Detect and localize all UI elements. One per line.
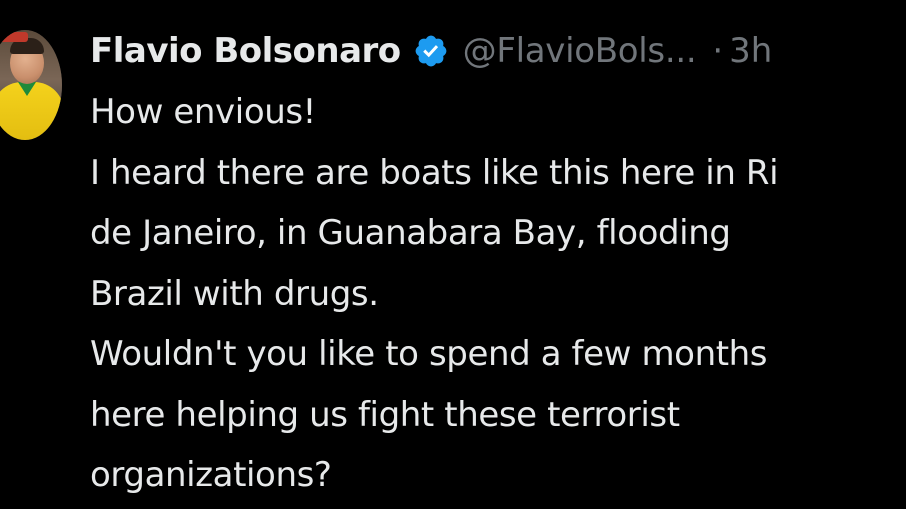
tweet-header: Flavio Bolsonaro @FlavioBols... · 3h	[90, 26, 772, 76]
tweet-text-line: Brazil with drugs.	[90, 273, 379, 314]
avatar-flag	[0, 32, 28, 42]
tweet-text-line: How envious!	[90, 92, 316, 132]
avatar-shirt	[0, 82, 62, 140]
author-handle[interactable]: @FlavioBols...	[463, 31, 697, 71]
tweet-text-line: de Janeiro, in Guanabara Bay, flooding	[90, 213, 731, 253]
tweet-text-line: organizations?	[90, 455, 332, 495]
avatar[interactable]	[0, 30, 62, 140]
author-name[interactable]: Flavio Bolsonaro	[90, 31, 401, 71]
tweet-text-line: I heard there are boats like this here i…	[90, 152, 779, 193]
tweet-text: How envious! I heard there are boats lik…	[90, 82, 906, 506]
timestamp[interactable]: 3h	[729, 31, 772, 71]
verified-badge-icon[interactable]	[413, 33, 449, 69]
tweet-text-line: Wouldn't you like to spend a few months	[90, 334, 768, 374]
tweet[interactable]: Flavio Bolsonaro @FlavioBols... · 3h How…	[0, 0, 906, 509]
separator-dot: ·	[712, 31, 724, 71]
tweet-text-line: here helping us fight these terrorist	[90, 394, 680, 435]
